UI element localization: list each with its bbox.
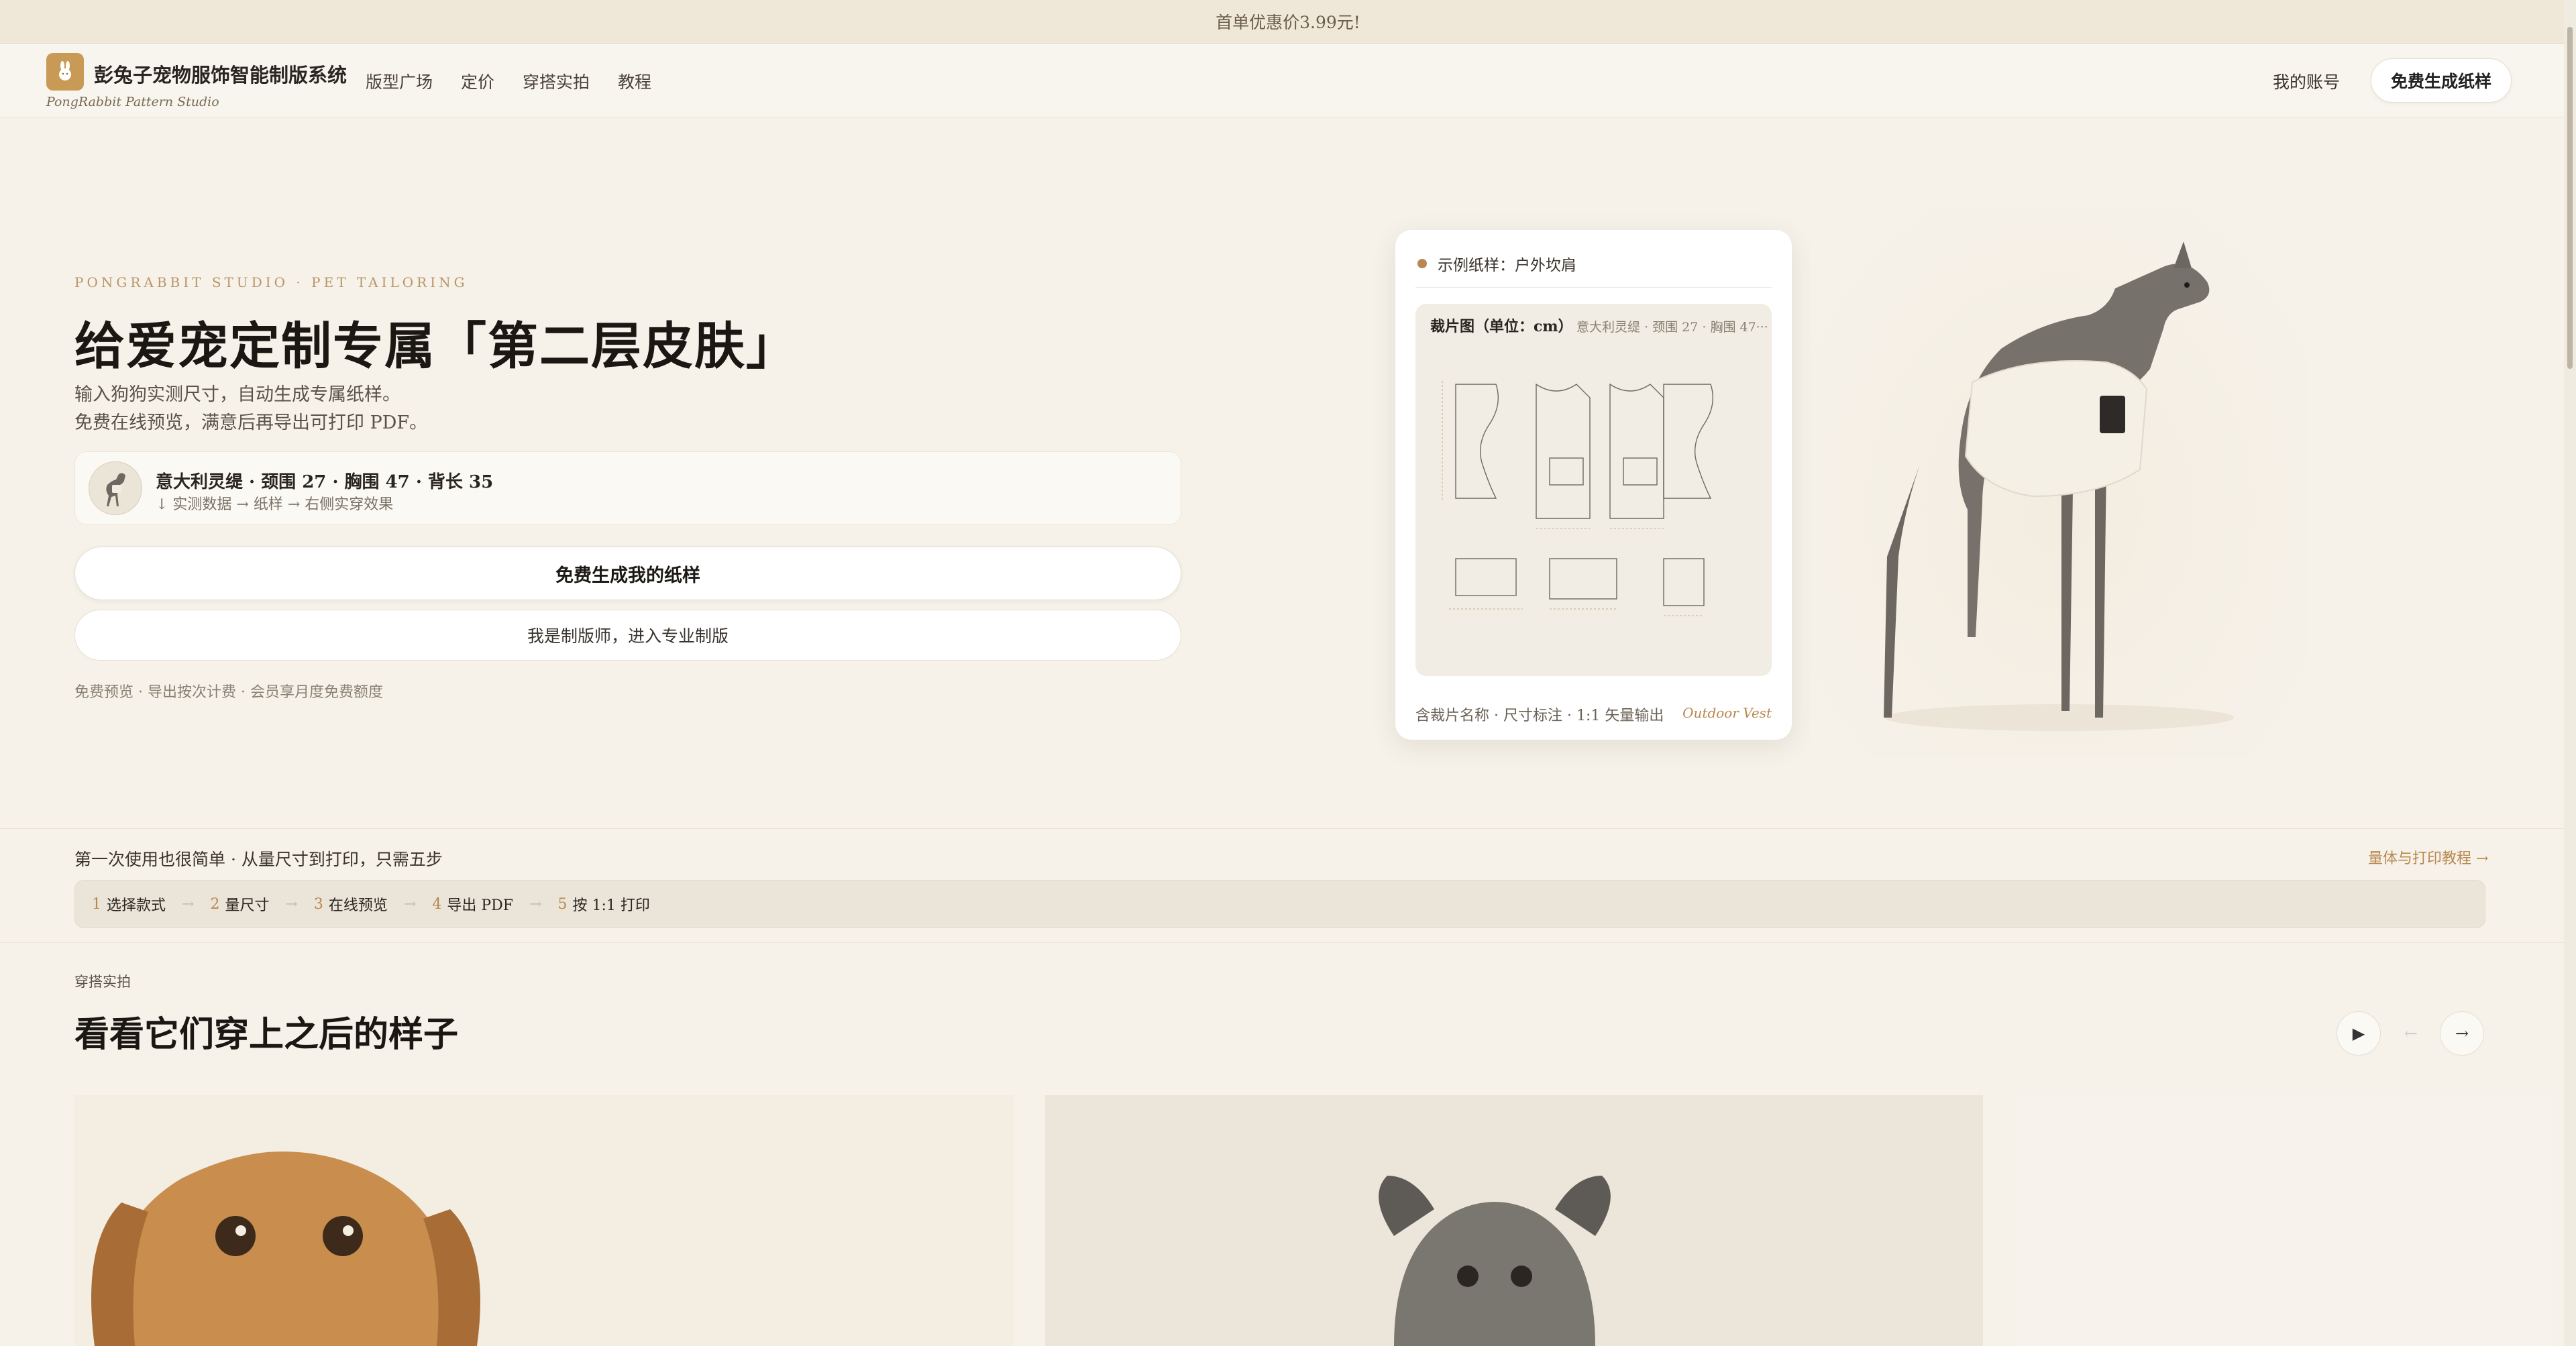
divider xyxy=(0,942,2576,943)
pattern-card-features: 含裁片名称 · 尺寸标注 · 1:1 矢量输出 xyxy=(1415,708,1664,724)
sample-measurement-card: 意大利灵缇 · 颈围 27 · 胸围 47 · 背长 35 ↓ 实测数据 → 纸… xyxy=(74,451,1181,525)
promo-banner: 首单优惠价3.99元! xyxy=(0,0,2576,44)
next-arrow-icon[interactable]: → xyxy=(2440,1011,2484,1056)
tutorial-link[interactable]: 量体与打印教程 → xyxy=(2368,846,2488,868)
site-header: 彭兔子宠物服饰智能制版系统 PongRabbit Pattern Studio … xyxy=(0,44,2576,117)
step-preview[interactable]: 3 在线预览 → xyxy=(314,893,432,915)
gallery-photo-2[interactable] xyxy=(1045,1095,1983,1346)
hero-description: 输入狗狗实测尺寸，自动生成专属纸样。 免费在线预览，满意后再导出可打印 PDF。 xyxy=(74,381,427,437)
brand-name[interactable]: 彭兔子宠物服饰智能制版系统 xyxy=(94,60,347,88)
pro-designer-button[interactable]: 我是制版师，进入专业制版 xyxy=(74,610,1181,661)
steps-bar: 1 选择款式 → 2 量尺寸 → 3 在线预览 → 4 导出 PDF → 5 按… xyxy=(74,880,2485,928)
rabbit-logo-icon[interactable] xyxy=(46,53,84,91)
arrow-right-icon: → xyxy=(403,895,417,913)
step-print[interactable]: 5 按 1:1 打印 xyxy=(558,893,650,915)
pattern-card-title: 示例纸样：户外坎肩 xyxy=(1438,257,1576,274)
nav-item-gallery[interactable]: 穿搭实拍 xyxy=(523,69,590,93)
hero-desc-line1: 输入狗狗实测尺寸，自动生成专属纸样。 xyxy=(74,384,400,405)
brand-subtitle: PongRabbit Pattern Studio xyxy=(46,95,219,109)
arrow-right-icon: → xyxy=(182,895,195,913)
gallery-photo-3[interactable] xyxy=(2015,1095,2552,1346)
dog-avatar xyxy=(89,461,142,515)
pattern-pieces-drawing xyxy=(1442,381,1714,616)
gallery-photo-1[interactable] xyxy=(74,1095,1014,1346)
generate-my-pattern-button[interactable]: 免费生成我的纸样 xyxy=(74,547,1181,600)
status-dot xyxy=(1417,259,1427,268)
pattern-style-name: Outdoor Vest xyxy=(1682,705,1772,721)
arrow-right-icon: → xyxy=(529,895,542,913)
generate-pattern-button[interactable]: 免费生成纸样 xyxy=(2371,58,2512,103)
dog-hero-photo xyxy=(1811,208,2308,758)
hero-title: 给爱宠定制专属「第二层皮肤」 xyxy=(74,317,798,376)
sample-pattern-card[interactable]: 示例纸样：户外坎肩 裁片图（单位：cm） 意大利灵缇 · 颈围 27 · 胸围 … xyxy=(1395,230,1792,740)
step-choose-style[interactable]: 1 选择款式 → xyxy=(92,893,210,915)
nav-item-tutorials[interactable]: 教程 xyxy=(618,69,651,93)
play-icon[interactable]: ▶ xyxy=(2337,1011,2381,1056)
steps-intro: 第一次使用也很简单 · 从量尺寸到打印，只需五步 xyxy=(74,850,443,869)
step-export-pdf[interactable]: 4 导出 PDF → xyxy=(432,893,557,915)
hero-eyebrow: PONGRABBIT STUDIO · PET TAILORING xyxy=(74,274,468,290)
prev-arrow-icon[interactable]: ← xyxy=(2389,1011,2433,1056)
sample-measurements: 意大利灵缇 · 颈围 27 · 胸围 47 · 背长 35 xyxy=(156,472,494,492)
page-scrollbar[interactable] xyxy=(2564,0,2576,1346)
pricing-fineprint: 免费预览 · 导出按次计费 · 会员享月度免费额度 xyxy=(74,684,383,701)
nav-item-pricing[interactable]: 定价 xyxy=(461,69,494,93)
arrow-right-icon: → xyxy=(285,895,298,913)
pattern-sheet-meta: 意大利灵缇 · 颈围 27 · 胸围 47··· xyxy=(1576,320,1768,335)
gallery-eyebrow: 穿搭实拍 xyxy=(74,974,131,990)
nav-item-templates[interactable]: 版型广场 xyxy=(366,69,433,93)
step-measure[interactable]: 2 量尺寸 → xyxy=(210,893,313,915)
divider xyxy=(1415,287,1772,288)
promo-text: 首单优惠价3.99元! xyxy=(1216,13,1360,32)
my-account-link[interactable]: 我的账号 xyxy=(2273,69,2340,93)
main-nav: 版型广场 定价 穿搭实拍 教程 xyxy=(366,69,651,93)
sample-flow-hint: ↓ 实测数据 → 纸样 → 右侧实穿效果 xyxy=(156,496,394,513)
pattern-sheet-title: 裁片图（单位：cm） xyxy=(1430,318,1573,335)
divider xyxy=(0,828,2576,829)
pattern-sheet: 裁片图（单位：cm） 意大利灵缇 · 颈围 27 · 胸围 47··· xyxy=(1415,304,1772,676)
hero-desc-line2: 免费在线预览，满意后再导出可打印 PDF。 xyxy=(74,412,428,433)
gallery-title: 看看它们穿上之后的样子 xyxy=(74,1014,459,1055)
scrollbar-thumb[interactable] xyxy=(2567,27,2573,369)
